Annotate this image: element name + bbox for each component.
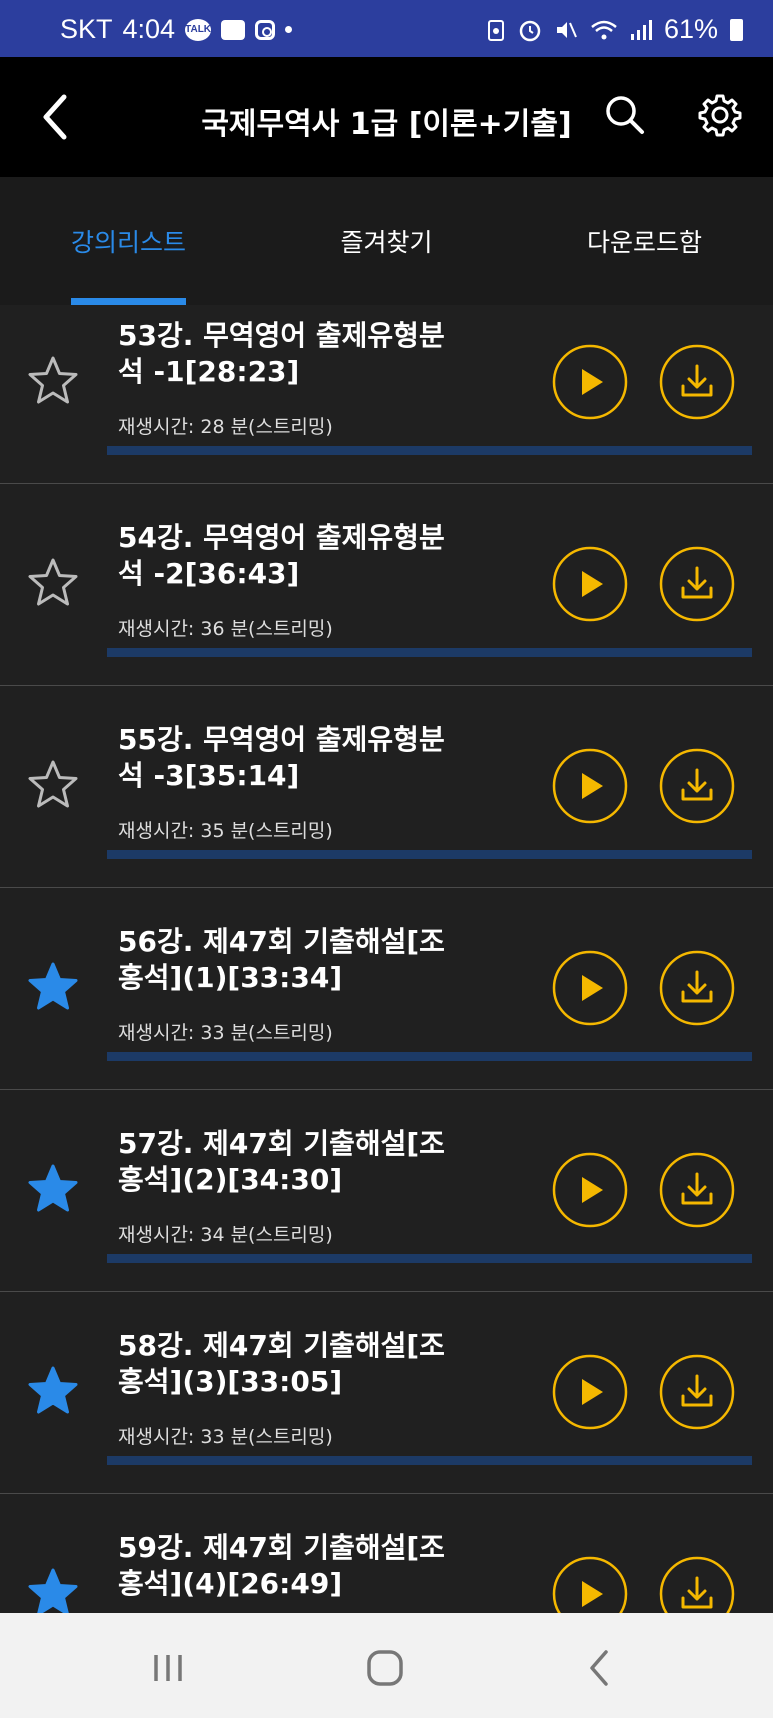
star-icon[interactable] bbox=[27, 961, 79, 1013]
back-icon[interactable] bbox=[575, 1643, 625, 1693]
play-icon[interactable] bbox=[552, 546, 628, 622]
progress-bar bbox=[107, 1254, 752, 1263]
star-icon[interactable] bbox=[27, 759, 79, 811]
play-icon[interactable] bbox=[552, 1556, 628, 1613]
lecture-title[interactable]: 55강. 무역영어 출제유형분석 -3[35:14] bbox=[118, 722, 453, 794]
download-icon[interactable] bbox=[659, 1354, 735, 1430]
lecture-row[interactable]: 57강. 제47회 기출해설[조홍석](2)[34:30] 재생시간: 34 분(… bbox=[0, 1090, 773, 1292]
download-icon[interactable] bbox=[659, 344, 735, 420]
progress-bar bbox=[107, 648, 752, 657]
system-nav-bar bbox=[0, 1613, 773, 1718]
tab-bar: 강의리스트 즐겨찾기 다운로드함 bbox=[0, 177, 773, 305]
play-icon[interactable] bbox=[552, 748, 628, 824]
lecture-row[interactable]: 59강. 제47회 기출해설[조홍석](4)[26:49]재생시간: 26 분(… bbox=[0, 1494, 773, 1613]
lecture-title[interactable]: 59강. 제47회 기출해설[조홍석](4)[26:49] bbox=[118, 1530, 453, 1602]
lecture-row[interactable]: 58강. 제47회 기출해설[조홍석](3)[33:05] 재생시간: 33 분(… bbox=[0, 1292, 773, 1494]
lecture-list[interactable]: 53강. 무역영어 출제유형분석 -1[28:23] 재생시간: 28 분(스트리… bbox=[0, 305, 773, 1613]
mute-icon bbox=[556, 21, 577, 38]
progress-bar bbox=[107, 446, 752, 455]
download-icon[interactable] bbox=[659, 1556, 735, 1613]
lecture-duration: 재생시간: 35 분(스트리밍) bbox=[118, 820, 333, 842]
lecture-duration: 재생시간: 36 분(스트리밍) bbox=[118, 618, 333, 640]
notification-dot-icon bbox=[285, 26, 293, 33]
download-icon[interactable] bbox=[659, 748, 735, 824]
star-icon[interactable] bbox=[27, 1567, 79, 1613]
download-icon[interactable] bbox=[659, 546, 735, 622]
status-bar: SKT 4:04 TALK 61% bbox=[0, 0, 773, 57]
status-left: SKT 4:04 TALK bbox=[60, 14, 293, 45]
search-icon[interactable] bbox=[600, 90, 650, 140]
instagram-icon bbox=[255, 19, 276, 40]
lecture-duration: 재생시간: 33 분(스트리밍) bbox=[118, 1426, 333, 1448]
status-right: 61% bbox=[486, 14, 743, 45]
star-icon[interactable] bbox=[27, 557, 79, 609]
tab-lecture-list[interactable]: 강의리스트 bbox=[0, 177, 257, 305]
lecture-duration: 재생시간: 28 분(스트리밍) bbox=[118, 416, 333, 438]
tab-indicator bbox=[71, 298, 186, 305]
play-icon[interactable] bbox=[552, 344, 628, 420]
battery-percent: 61% bbox=[663, 14, 718, 44]
alarm-icon bbox=[519, 20, 541, 41]
lecture-title[interactable]: 58강. 제47회 기출해설[조홍석](3)[33:05] bbox=[118, 1328, 453, 1400]
play-icon[interactable] bbox=[552, 950, 628, 1026]
wifi-icon bbox=[591, 20, 617, 39]
progress-bar bbox=[107, 1052, 752, 1061]
lecture-row[interactable]: 56강. 제47회 기출해설[조홍석](1)[33:34] 재생시간: 33 분(… bbox=[0, 888, 773, 1090]
star-icon[interactable] bbox=[27, 355, 79, 407]
recent-apps-icon[interactable] bbox=[143, 1643, 193, 1693]
lecture-row[interactable]: 55강. 무역영어 출제유형분석 -3[35:14] 재생시간: 35 분(스트리… bbox=[0, 686, 773, 888]
lecture-title[interactable]: 56강. 제47회 기출해설[조홍석](1)[33:34] bbox=[118, 924, 453, 996]
battery-saver-icon bbox=[487, 19, 504, 41]
home-icon[interactable] bbox=[360, 1643, 410, 1693]
kakaotalk-icon: TALK bbox=[185, 18, 212, 41]
carrier-label: SKT bbox=[60, 14, 113, 44]
progress-bar bbox=[107, 1456, 752, 1465]
tab-favorites[interactable]: 즐겨찾기 bbox=[258, 177, 515, 305]
download-icon[interactable] bbox=[659, 1152, 735, 1228]
lecture-row[interactable]: 53강. 무역영어 출제유형분석 -1[28:23] 재생시간: 28 분(스트리… bbox=[0, 305, 773, 484]
tab-downloads[interactable]: 다운로드함 bbox=[516, 177, 773, 305]
message-icon bbox=[221, 19, 246, 40]
download-icon[interactable] bbox=[659, 950, 735, 1026]
lecture-title[interactable]: 54강. 무역영어 출제유형분석 -2[36:43] bbox=[118, 520, 453, 592]
clock: 4:04 bbox=[122, 14, 176, 44]
lecture-duration: 재생시간: 34 분(스트리밍) bbox=[118, 1224, 333, 1246]
progress-bar bbox=[107, 850, 752, 859]
lecture-title[interactable]: 57강. 제47회 기출해설[조홍석](2)[34:30] bbox=[118, 1126, 453, 1198]
lecture-title[interactable]: 53강. 무역영어 출제유형분석 -1[28:23] bbox=[118, 318, 453, 390]
page-title: 국제무역사 1급 [이론+기출] bbox=[201, 107, 572, 142]
lecture-duration: 재생시간: 33 분(스트리밍) bbox=[118, 1022, 333, 1044]
signal-icon bbox=[630, 19, 652, 40]
lecture-row[interactable]: 54강. 무역영어 출제유형분석 -2[36:43] 재생시간: 36 분(스트리… bbox=[0, 484, 773, 686]
star-icon[interactable] bbox=[27, 1365, 79, 1417]
app-bar: 국제무역사 1급 [이론+기출] bbox=[0, 57, 773, 177]
battery-icon bbox=[730, 18, 743, 41]
gear-icon[interactable] bbox=[695, 90, 745, 140]
play-icon[interactable] bbox=[552, 1354, 628, 1430]
star-icon[interactable] bbox=[27, 1163, 79, 1215]
play-icon[interactable] bbox=[552, 1152, 628, 1228]
